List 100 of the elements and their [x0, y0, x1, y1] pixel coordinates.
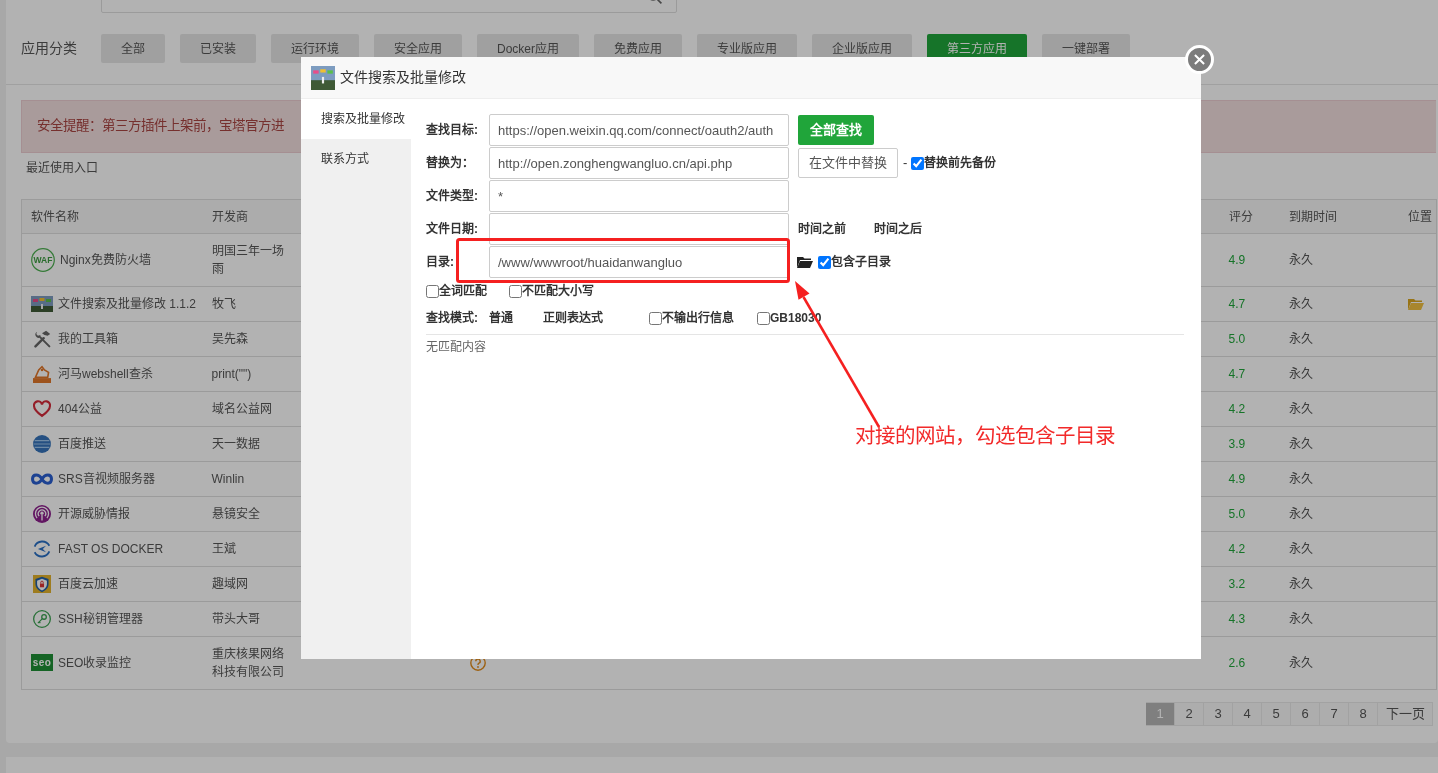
field-label: 文件类型:: [426, 187, 479, 205]
page-button[interactable]: 4: [1233, 701, 1262, 726]
replace-button[interactable]: 在文件中替换: [798, 148, 898, 178]
developer-text: 牧飞: [211, 296, 236, 311]
file-type-field[interactable]: *: [489, 180, 789, 212]
app-name: 百度云加速: [58, 575, 118, 593]
lock-shield-icon: [33, 574, 51, 593]
page-button[interactable]: 2: [1175, 701, 1204, 726]
score-text: 3.9: [1228, 436, 1246, 451]
category-button[interactable]: 全部: [101, 34, 165, 63]
app-logo: seo: [31, 654, 53, 671]
column-header: 到期时间: [1288, 209, 1337, 224]
checkbox-label: 包含子目录: [831, 254, 891, 271]
checkbox[interactable]: [757, 311, 770, 325]
checkbox[interactable]: [426, 284, 439, 298]
heart-icon: [33, 399, 51, 418]
app-name: 河马webshell查杀: [58, 365, 153, 383]
infinity-icon: [31, 471, 53, 486]
after-option[interactable]: 时间之后: [874, 220, 922, 238]
app-name: SRS音视频服务器: [58, 470, 155, 488]
app-name: Nginx免费防火墙: [60, 251, 151, 269]
checkbox-label: 不输出行信息: [662, 309, 734, 327]
page-button[interactable]: 8: [1349, 701, 1378, 726]
developer-text: 趣域网: [211, 576, 248, 591]
alert-text: 安全提醒：第三方插件上架前，宝塔官方进: [37, 117, 284, 136]
score-text: 3.2: [1228, 576, 1246, 591]
date-field[interactable]: [489, 213, 789, 245]
score-text: 2.6: [1228, 655, 1246, 670]
field-label: 查找模式:: [426, 309, 479, 327]
category-label: 应用分类: [21, 39, 78, 58]
mode-option[interactable]: 正则表达式: [543, 309, 603, 327]
column-header: 位置: [1407, 209, 1432, 224]
field-label: 目录:: [426, 254, 455, 271]
column-header: 开发商: [211, 209, 248, 224]
field-label: 文件日期:: [426, 220, 479, 238]
expiry-text: 永久: [1288, 296, 1313, 311]
mascot-icon: [33, 364, 51, 383]
developer-text: 明国三年一场雨: [211, 243, 284, 276]
field-label: 替换为：: [426, 154, 475, 172]
field-label: 查找目标:: [426, 121, 479, 139]
developer-text: 悬镜安全: [211, 506, 260, 521]
section-label: 最近使用入口: [26, 161, 98, 176]
score-text: 4.9: [1228, 252, 1246, 267]
app-name: 开源威胁情报: [58, 505, 130, 523]
score-text: 4.2: [1228, 541, 1246, 556]
score-text: 4.7: [1228, 296, 1246, 311]
folder-icon[interactable]: [797, 256, 813, 268]
expiry-text: 永久: [1288, 471, 1313, 486]
mode-option[interactable]: 普通: [489, 309, 513, 327]
score-text: 5.0: [1228, 331, 1246, 346]
score-text: 4.9: [1228, 471, 1246, 486]
app-name: 我的工具箱: [58, 330, 118, 348]
result-text: 无匹配内容: [426, 339, 486, 355]
expiry-text: 永久: [1288, 506, 1313, 521]
expiry-text: 永久: [1288, 436, 1313, 451]
globe-icon: [33, 434, 51, 453]
expiry-text: 永久: [1288, 401, 1313, 416]
replace-field[interactable]: http://open.zonghengwangluo.cn/api.php: [489, 147, 789, 179]
before-option[interactable]: 时间之前: [798, 220, 846, 238]
column-header: 软件名称: [31, 209, 79, 224]
expiry-text: 永久: [1288, 366, 1313, 381]
sidebar-tab[interactable]: 搜索及批量修改: [301, 99, 411, 139]
score-text: 4.7: [1228, 366, 1246, 381]
developer-text: 天一数据: [211, 436, 260, 451]
find-all-button[interactable]: 全部查找: [798, 115, 874, 145]
picture-icon: [31, 295, 53, 312]
find-field[interactable]: https://open.weixin.qq.com/connect/oauth2/auth: [489, 114, 789, 146]
expiry-text: 永久: [1288, 541, 1313, 556]
developer-text: Winlin: [211, 471, 245, 486]
expiry-text: 永久: [1288, 611, 1313, 626]
checkbox[interactable]: [509, 284, 522, 298]
app-name: 文件搜索及批量修改 1.1.2: [58, 295, 197, 313]
page-button[interactable]: 5: [1262, 701, 1291, 726]
developer-text: print(""): [211, 366, 252, 381]
sidebar-tab[interactable]: 联系方式: [301, 139, 411, 179]
key-icon: [33, 609, 51, 628]
page-button[interactable]: 6: [1291, 701, 1320, 726]
tools-icon: [33, 329, 51, 348]
developer-text: 王斌: [211, 541, 236, 556]
close-icon: [1194, 54, 1205, 65]
checkbox[interactable]: [818, 255, 831, 269]
checkbox-label: 替换前先备份: [924, 154, 997, 172]
picture-icon: [311, 65, 335, 90]
page-button[interactable]: 7: [1320, 701, 1349, 726]
arrow-circle-icon: [33, 539, 51, 558]
expiry-text: 永久: [1288, 252, 1313, 267]
developer-text: 重庆核果网络科技有限公司: [211, 646, 284, 679]
score-text: 5.0: [1228, 506, 1246, 521]
app-name: 百度推送: [58, 435, 106, 453]
app-name: FAST OS DOCKER: [58, 540, 164, 558]
directory-field[interactable]: /www/wwwroot/huaidanwangluo: [489, 246, 789, 278]
checkbox[interactable]: [649, 311, 662, 325]
page-button[interactable]: 3: [1204, 701, 1233, 726]
app-name: SEO收录监控: [58, 654, 132, 672]
category-button[interactable]: 已安装: [180, 34, 256, 63]
developer-text: 吴先森: [211, 331, 248, 346]
app-logo: WAF: [31, 247, 55, 272]
next-page-button[interactable]: 下一页: [1378, 701, 1433, 726]
checkbox[interactable]: [911, 156, 925, 170]
checkbox-label: 全词匹配: [439, 282, 487, 300]
